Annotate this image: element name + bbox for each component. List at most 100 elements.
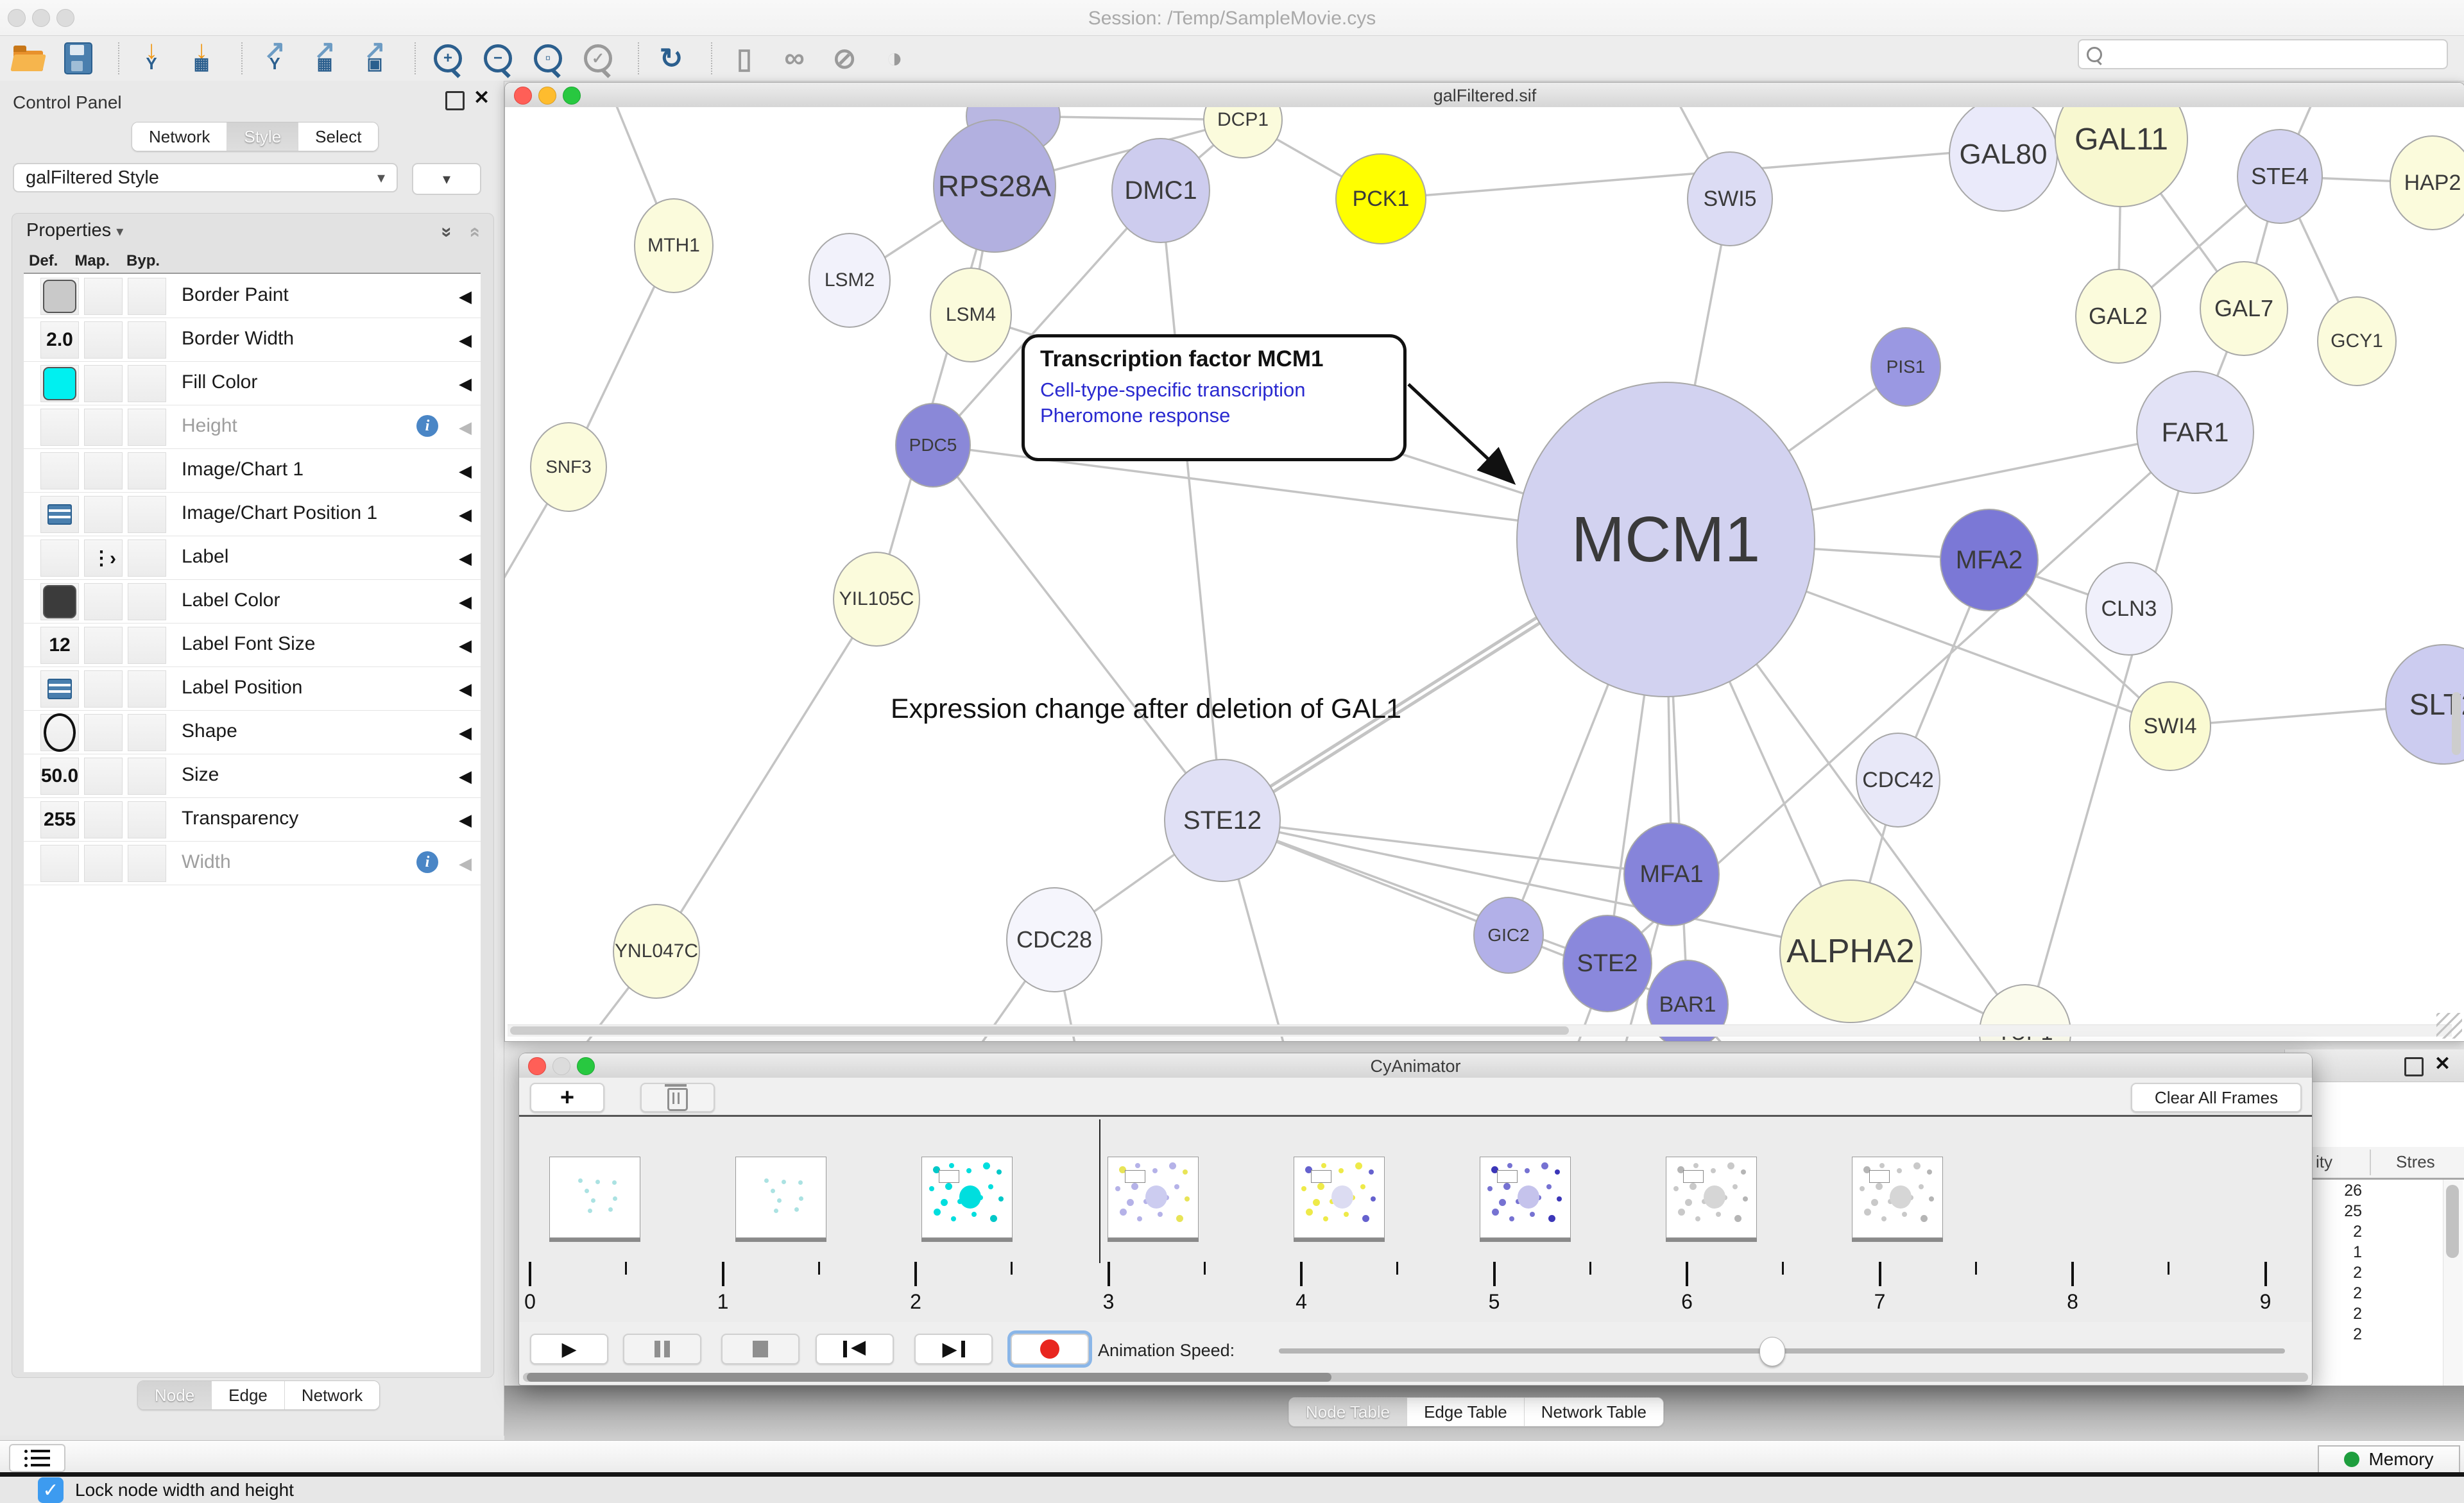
property-row-border-paint[interactable]: Border Paint◀ xyxy=(24,274,481,318)
network-node-gal80[interactable]: GAL80 xyxy=(1949,107,2058,212)
network-node-gal2[interactable]: GAL2 xyxy=(2075,269,2161,364)
network-node-swi4[interactable]: SWI4 xyxy=(2129,681,2211,771)
cyanimator-titlebar[interactable]: CyAnimator xyxy=(519,1053,2312,1078)
bypass-cell[interactable] xyxy=(128,409,166,446)
network-node-dcp1[interactable]: DCP1 xyxy=(1203,107,1283,158)
callout-link[interactable]: Cell-type-specific transcription xyxy=(1040,377,1388,403)
expand-row-icon[interactable]: ◀ xyxy=(459,810,472,830)
default-value-cell[interactable]: 12 xyxy=(40,627,79,664)
mapping-cell[interactable] xyxy=(84,452,123,489)
network-node-gic2[interactable]: GIC2 xyxy=(1473,897,1544,974)
frame-thumbnail-3[interactable] xyxy=(1108,1157,1199,1238)
mapping-cell[interactable] xyxy=(84,278,123,315)
mapping-cell[interactable] xyxy=(84,583,123,620)
mapping-cell[interactable] xyxy=(84,627,123,664)
expand-row-icon[interactable]: ◀ xyxy=(459,636,472,656)
network-canvas[interactable]: DCP1RPS28ADMC1PCK1MTH1LSM2LSM4SNF3PDC5YI… xyxy=(505,107,2464,1041)
default-value-cell[interactable] xyxy=(40,670,79,708)
default-value-cell[interactable] xyxy=(40,714,79,751)
mapping-cell[interactable] xyxy=(84,365,123,402)
default-value-cell[interactable] xyxy=(40,539,79,577)
network-node-gal7[interactable]: GAL7 xyxy=(2200,261,2288,356)
callout-link[interactable]: Pheromone response xyxy=(1040,403,1388,429)
network-node-rps28a[interactable]: RPS28A xyxy=(933,119,1056,253)
default-value-cell[interactable]: 50.0 xyxy=(40,758,79,795)
bypass-cell[interactable] xyxy=(128,845,166,882)
network-node-lsm4[interactable]: LSM4 xyxy=(930,267,1012,362)
mapping-cell[interactable] xyxy=(84,496,123,533)
default-value-cell[interactable] xyxy=(40,409,79,446)
network-vscrollbar[interactable] xyxy=(2452,692,2461,755)
network-node-alpha2[interactable]: ALPHA2 xyxy=(1779,879,1922,1023)
tab-node[interactable]: Node xyxy=(138,1381,212,1409)
default-value-cell[interactable] xyxy=(40,365,79,402)
frame-thumbnail-1[interactable] xyxy=(735,1157,826,1238)
collapse-all-icon[interactable]: » xyxy=(468,221,479,243)
expand-row-icon[interactable]: ◀ xyxy=(459,679,472,699)
property-row-image-chart-position-1[interactable]: Image/Chart Position 1◀ xyxy=(24,492,481,536)
property-row-height[interactable]: Heighti◀ xyxy=(24,405,481,449)
default-value-cell[interactable] xyxy=(40,845,79,882)
bypass-cell[interactable] xyxy=(128,670,166,708)
mapping-cell[interactable] xyxy=(84,801,123,838)
open-session-icon[interactable] xyxy=(10,40,46,77)
network-window-titlebar[interactable]: galFiltered.sif xyxy=(505,83,2464,108)
mapping-cell[interactable] xyxy=(84,409,123,446)
column-header[interactable]: ity xyxy=(2316,1152,2332,1172)
frame-thumbnail-0[interactable] xyxy=(549,1157,640,1238)
tab-network[interactable]: Network xyxy=(132,123,227,151)
import-table-icon[interactable]: ↓▦ xyxy=(184,40,219,77)
property-row-label-color[interactable]: Label Color◀ xyxy=(24,579,481,624)
default-value-cell[interactable]: 2.0 xyxy=(40,321,79,359)
style-selector[interactable]: galFiltered Style ▾ xyxy=(13,163,398,192)
expand-row-icon[interactable]: ◀ xyxy=(459,374,472,394)
hide-details-icon[interactable]: ⊘ xyxy=(826,40,862,77)
network-node-mth1[interactable]: MTH1 xyxy=(634,198,714,293)
property-row-image-chart-1[interactable]: Image/Chart 1◀ xyxy=(24,448,481,493)
bypass-cell[interactable] xyxy=(128,583,166,620)
frame-thumbnail-5[interactable] xyxy=(1480,1157,1571,1238)
text-annotation[interactable]: Expression change after deletion of GAL1 xyxy=(891,693,1401,725)
skip-to-start-button[interactable]: ▶ xyxy=(816,1334,894,1364)
network-node-ste4[interactable]: STE4 xyxy=(2237,129,2323,224)
network-node-cdc28[interactable]: CDC28 xyxy=(1006,887,1102,992)
property-row-label-position[interactable]: Label Position◀ xyxy=(24,667,481,711)
zoom-selected-icon[interactable]: ✓ xyxy=(580,40,616,77)
bypass-cell[interactable] xyxy=(128,365,166,402)
zoom-in-icon[interactable]: + xyxy=(430,40,466,77)
network-node-hap2[interactable]: HAP2 xyxy=(2390,135,2464,230)
network-node-cdc42[interactable]: CDC42 xyxy=(1856,733,1940,828)
timeline[interactable]: 0123456789 Seconds xyxy=(519,1117,2312,1322)
memory-button[interactable]: Memory xyxy=(2318,1445,2460,1473)
tab-network-table[interactable]: Network Table xyxy=(1525,1398,1663,1426)
record-button[interactable] xyxy=(1011,1334,1089,1364)
refresh-layout-icon[interactable]: ↻ xyxy=(653,40,689,77)
network-node-swi5[interactable]: SWI5 xyxy=(1687,151,1773,246)
lock-size-checkbox[interactable]: ✓ xyxy=(38,1477,64,1503)
style-options-button[interactable]: ▾ xyxy=(412,163,481,195)
import-network-icon[interactable]: ↓Y xyxy=(133,40,169,77)
property-row-shape[interactable]: Shape◀ xyxy=(24,710,481,754)
frame-thumbnail-6[interactable] xyxy=(1666,1157,1757,1238)
pause-button[interactable] xyxy=(623,1334,701,1364)
resize-grip[interactable] xyxy=(2436,1013,2462,1039)
frame-thumbnail-7[interactable] xyxy=(1852,1157,1943,1238)
network-node-pck1[interactable]: PCK1 xyxy=(1335,153,1426,244)
bypass-cell[interactable] xyxy=(128,758,166,795)
tab-edge-table[interactable]: Edge Table xyxy=(1407,1398,1525,1426)
network-node-mfa2[interactable]: MFA2 xyxy=(1940,509,2039,611)
table-vscrollbar[interactable] xyxy=(2443,1180,2463,1386)
network-node-pis1[interactable]: PIS1 xyxy=(1870,327,1941,407)
mapping-cell[interactable] xyxy=(84,845,123,882)
bypass-cell[interactable] xyxy=(128,539,166,577)
column-divider[interactable] xyxy=(2370,1150,2371,1175)
mapping-cell[interactable] xyxy=(84,758,123,795)
network-node-far1[interactable]: FAR1 xyxy=(2136,371,2254,494)
skip-to-end-button[interactable]: ▶ xyxy=(914,1334,993,1364)
network-hscrollbar[interactable] xyxy=(508,1024,2452,1037)
stop-button[interactable] xyxy=(721,1334,800,1364)
bypass-cell[interactable] xyxy=(128,714,166,751)
property-row-label-font-size[interactable]: 12Label Font Size◀ xyxy=(24,623,481,667)
export-network-icon[interactable]: ↗Y xyxy=(257,40,293,77)
add-frame-button[interactable]: + xyxy=(530,1083,604,1112)
